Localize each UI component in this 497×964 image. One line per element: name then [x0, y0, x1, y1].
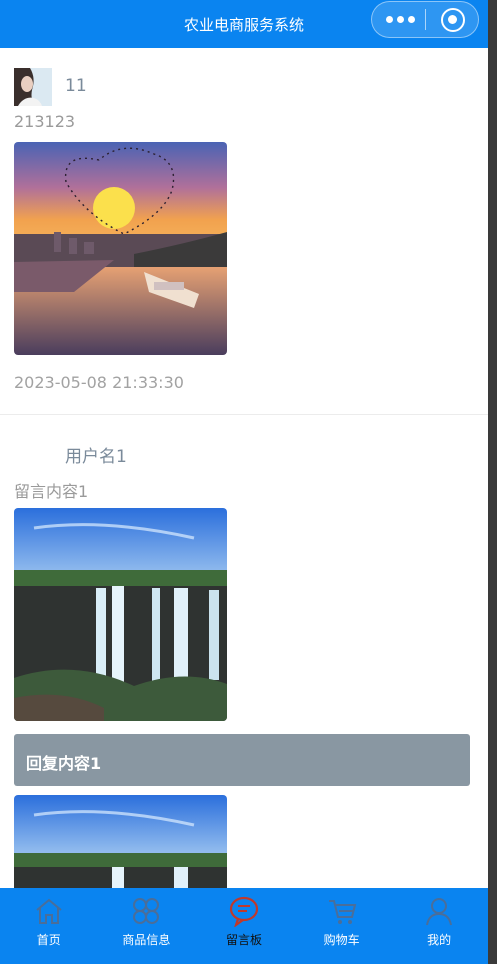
tab-cart[interactable]: 购物车: [293, 888, 391, 964]
tab-home[interactable]: 首页: [0, 888, 98, 964]
message-content: 留言内容1: [14, 482, 89, 501]
grid-icon: [133, 898, 160, 924]
tab-label: 我的: [427, 933, 452, 947]
message-image[interactable]: [14, 508, 227, 721]
tab-label: 购物车: [323, 933, 360, 947]
tab-profile[interactable]: 我的: [390, 888, 488, 964]
tab-message-board[interactable]: 留言板: [195, 888, 293, 964]
tab-label: 首页: [36, 933, 61, 947]
app-screen: 农业电商服务系统 11 213123 2023-05-08 21:33:30 用…: [0, 0, 488, 964]
message-icon: [229, 896, 259, 927]
cart-icon: [328, 900, 356, 924]
reply-image[interactable]: [14, 795, 227, 888]
message-username: 用户名1: [65, 447, 127, 467]
tab-products[interactable]: 商品信息: [98, 888, 196, 964]
tab-label: 留言板: [225, 933, 262, 947]
home-icon: [36, 898, 62, 924]
window-edge: [488, 0, 497, 964]
reply-box: 回复内容1: [14, 734, 470, 786]
tab-bar: 首页 商品信息 留言板 购物车 我的: [0, 888, 488, 964]
message-item: 用户名1 留言内容1 回复内容1: [0, 0, 488, 888]
tab-label: 商品信息: [122, 933, 171, 947]
user-icon: [426, 898, 453, 926]
reply-content: 回复内容1: [26, 754, 102, 773]
